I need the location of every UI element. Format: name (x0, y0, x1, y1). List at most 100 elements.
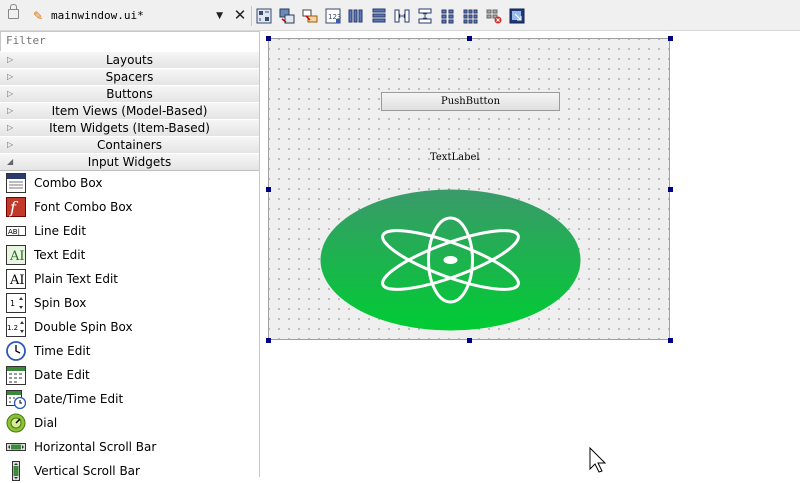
category-layouts[interactable]: ▷ Layouts (0, 51, 259, 69)
widget-vertical-scroll-bar[interactable]: Vertical Scroll Bar (0, 459, 258, 483)
expand-arrow-icon: ▷ (7, 123, 14, 132)
category-containers[interactable]: ▷ Containers (0, 136, 259, 154)
widget-label: Plain Text Edit (34, 272, 118, 286)
widget-date-edit[interactable]: Date Edit (0, 363, 258, 387)
widget-horizontal-scroll-bar[interactable]: Horizontal Scroll Bar (0, 435, 258, 459)
widget-text-edit[interactable]: AI Text Edit (0, 243, 258, 267)
widget-label: Dial (34, 416, 58, 430)
svg-text:1.2: 1.2 (7, 324, 18, 332)
widget-label: Text Edit (34, 248, 86, 262)
chevron-down-icon[interactable]: ▼ (216, 8, 223, 24)
edit-widgets-icon[interactable] (256, 8, 272, 24)
designer-toolbar: ✎ mainwindow.ui* ▼ ✕ 123 (0, 0, 800, 31)
text-edit-icon: AI (6, 245, 26, 265)
resize-handle[interactable] (668, 187, 673, 192)
svg-text:AI: AI (9, 249, 25, 264)
resize-handle[interactable] (668, 338, 673, 343)
widget-label: Time Edit (34, 344, 91, 358)
dial-icon (6, 413, 26, 433)
calendar-clock-icon (6, 390, 26, 409)
file-name: mainwindow.ui* (51, 9, 144, 22)
edit-tab-order-icon[interactable]: 123 (325, 8, 341, 24)
widget-spin-box[interactable]: 1 Spin Box (0, 291, 258, 315)
combo-box-icon (6, 173, 26, 193)
expand-arrow-icon: ▷ (7, 55, 14, 64)
font-combo-box-icon: f (6, 197, 26, 217)
line-edit-icon: AB| (6, 226, 26, 236)
category-label: Layouts (105, 53, 154, 67)
open-file-combo[interactable]: ✎ mainwindow.ui* ▼ (29, 7, 227, 25)
layout-horizontal-splitter-icon[interactable] (394, 8, 410, 24)
resize-handle[interactable] (266, 338, 271, 343)
widget-label: Combo Box (34, 176, 103, 190)
resize-handle[interactable] (266, 36, 271, 41)
close-document-icon[interactable]: ✕ (232, 7, 248, 23)
category-label: Containers (97, 138, 162, 152)
widget-label: Date Edit (34, 368, 90, 382)
widget-label: Vertical Scroll Bar (34, 464, 140, 478)
category-item-views[interactable]: ▷ Item Views (Model-Based) (0, 102, 259, 120)
expand-arrow-icon: ▷ (7, 89, 14, 98)
resize-handle[interactable] (467, 36, 472, 41)
filter-input[interactable] (1, 32, 246, 49)
layout-form-icon[interactable] (463, 8, 479, 24)
widget-label: Date/Time Edit (34, 392, 124, 406)
resize-handle[interactable] (467, 338, 472, 343)
pencil-icon: ✎ (33, 9, 44, 23)
widget-label: Font Combo Box (34, 200, 133, 214)
category-label: Item Views (Model-Based) (51, 104, 208, 118)
widget-label: Line Edit (34, 224, 87, 238)
category-buttons[interactable]: ▷ Buttons (0, 85, 259, 103)
double-spin-box-icon: 1.2 (6, 317, 26, 337)
category-input-widgets[interactable]: ◢ Input Widgets (0, 153, 259, 171)
expand-arrow-icon: ▷ (7, 140, 14, 149)
layout-horizontal-icon[interactable] (348, 8, 364, 24)
calendar-icon (6, 366, 26, 385)
resize-handle[interactable] (266, 187, 271, 192)
category-label: Spacers (105, 70, 154, 84)
horizontal-scroll-bar-icon (6, 443, 26, 451)
widget-datetime-edit[interactable]: Date/Time Edit (0, 387, 258, 411)
plain-text-edit-icon: AI (6, 269, 26, 289)
widget-filter[interactable] (0, 31, 260, 52)
widget-time-edit[interactable]: Time Edit (0, 339, 258, 363)
widget-label: Double Spin Box (34, 320, 133, 334)
category-item-widgets[interactable]: ▷ Item Widgets (Item-Based) (0, 119, 259, 137)
resize-handle[interactable] (668, 36, 673, 41)
edit-buddies-icon[interactable] (302, 8, 318, 24)
panel-divider[interactable] (259, 31, 260, 477)
layout-vertical-splitter-icon[interactable] (417, 8, 433, 24)
widget-label: Horizontal Scroll Bar (34, 440, 157, 454)
category-label: Input Widgets (87, 155, 172, 169)
svg-text:1: 1 (10, 299, 15, 308)
mouse-cursor-icon (589, 447, 607, 473)
expand-arrow-icon: ▷ (7, 106, 14, 115)
widget-font-combo-box[interactable]: f Font Combo Box (0, 195, 258, 219)
widget-dial[interactable]: Dial (0, 411, 258, 435)
clock-icon (6, 341, 26, 361)
widget-line-edit[interactable]: AB| Line Edit (0, 219, 258, 243)
svg-text:AB|: AB| (8, 228, 20, 236)
form-push-button[interactable]: PushButton (381, 92, 560, 111)
atom-logo-icon[interactable] (320, 189, 581, 331)
widget-plain-text-edit[interactable]: AI Plain Text Edit (0, 267, 258, 291)
widget-label: Spin Box (34, 296, 87, 310)
adjust-size-icon[interactable] (509, 8, 525, 24)
spin-box-icon: 1 (6, 293, 26, 313)
category-label: Item Widgets (Item-Based) (49, 121, 210, 135)
layout-grid-icon[interactable] (440, 8, 456, 24)
lock-icon[interactable] (8, 4, 19, 19)
category-spacers[interactable]: ▷ Spacers (0, 68, 259, 86)
vertical-scroll-bar-icon (12, 461, 20, 481)
toolbar-separator (251, 6, 252, 26)
collapse-arrow-icon: ◢ (7, 157, 14, 166)
svg-text:AI: AI (9, 273, 25, 288)
widget-double-spin-box[interactable]: 1.2 Double Spin Box (0, 315, 258, 339)
expand-arrow-icon: ▷ (7, 72, 14, 81)
widget-combo-box[interactable]: Combo Box (0, 171, 258, 195)
break-layout-icon[interactable] (486, 8, 502, 24)
form-text-label[interactable]: TextLabel (430, 151, 480, 165)
layout-vertical-icon[interactable] (371, 8, 387, 24)
edit-signals-slots-icon[interactable] (279, 8, 295, 24)
category-label: Buttons (106, 87, 153, 101)
